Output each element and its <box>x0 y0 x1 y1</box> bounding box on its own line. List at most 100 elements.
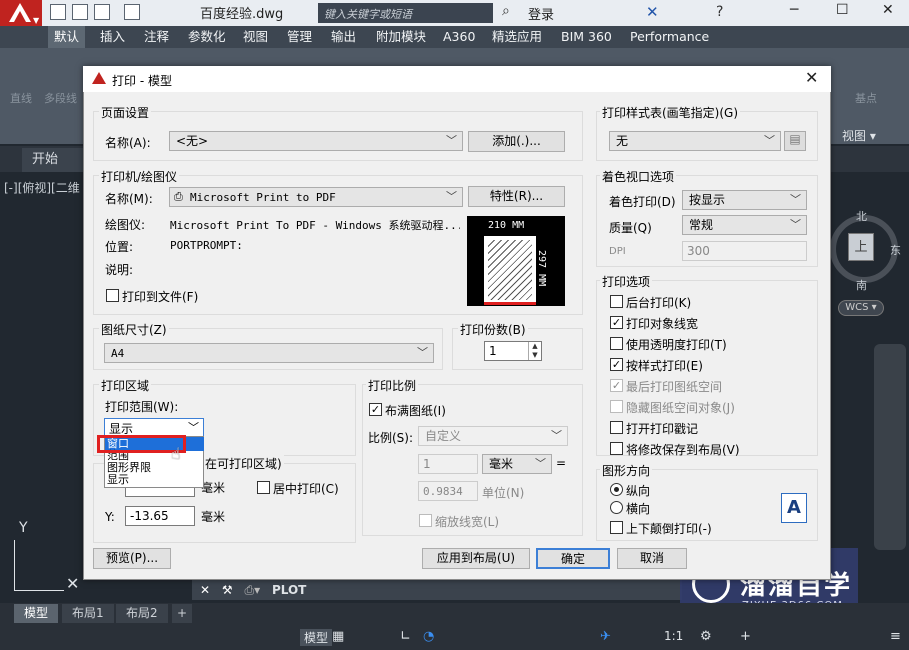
copies-stepper[interactable]: ▲ ▼ <box>528 342 541 360</box>
apply-to-layout-button[interactable]: 应用到布局(U) <box>422 548 530 569</box>
plot-option-checkbox[interactable] <box>610 337 623 350</box>
offset-y-input[interactable]: -13.65 <box>125 506 195 526</box>
plot-option-checkbox[interactable]: ✓ <box>610 316 623 329</box>
add-layout-button[interactable]: + <box>172 604 193 623</box>
fit-to-paper-label: 布满图纸(I) <box>385 404 446 418</box>
add-page-setup-button[interactable]: 添加(.)... <box>468 131 565 152</box>
cmd-close-icon[interactable]: ✕ <box>200 583 210 597</box>
printer-select[interactable]: ⎙ Microsoft Print to PDF ﹀ <box>169 187 463 207</box>
plus-icon[interactable]: + <box>740 629 751 644</box>
minimize-icon[interactable]: ─ <box>790 2 798 18</box>
viewcube-north[interactable]: 北 <box>856 208 867 224</box>
center-plot-checkbox[interactable] <box>257 481 270 494</box>
annotation-scale[interactable]: 1:1 <box>664 629 683 643</box>
navigation-bar[interactable] <box>874 344 906 550</box>
tab-manage[interactable]: 管理 <box>281 26 318 48</box>
customize-icon[interactable]: ≡ <box>890 629 901 644</box>
print-to-file-checkbox[interactable] <box>106 289 119 302</box>
basepoint-tool[interactable]: 基点 <box>855 90 877 106</box>
plot-style-select[interactable]: 无 ﹀ <box>609 131 781 151</box>
tab-a360[interactable]: A360 <box>437 26 481 48</box>
scale-unit-input[interactable]: 0.9834 <box>418 481 478 501</box>
wcs-menu[interactable]: WCS ▾ <box>838 300 884 316</box>
layout-tab-model[interactable]: 模型 <box>14 604 59 623</box>
plot-scale-label: 打印比例 <box>366 377 419 394</box>
viewcube-face[interactable]: 上 <box>848 233 874 261</box>
cmd-wrench-icon[interactable]: ⚒ <box>222 583 233 597</box>
paper-size-select[interactable]: A4 ﹀ <box>104 343 434 363</box>
scale-lineweights-checkbox[interactable] <box>419 514 432 527</box>
dialog-title: 打印 - 模型 <box>112 74 172 88</box>
tab-featured[interactable]: 精选应用 <box>486 26 548 48</box>
viewport-label[interactable]: [-][俯视][二维 <box>4 179 80 196</box>
polar-icon[interactable]: ◔ <box>423 629 434 644</box>
login-button[interactable]: 登录 <box>528 4 554 23</box>
status-model-button[interactable]: 模型 <box>300 629 333 646</box>
quality-select[interactable]: 常规 ﹀ <box>682 215 807 235</box>
binoculars-icon[interactable]: ⌕ <box>502 3 510 19</box>
shade-plot-select[interactable]: 按显示 ﹀ <box>682 190 807 210</box>
page-setup-select[interactable]: <无> ﹀ <box>169 131 463 151</box>
open-file-icon[interactable] <box>72 4 88 20</box>
search-input[interactable]: 键入关键字或短语 <box>318 3 493 23</box>
ortho-icon[interactable]: ∟ <box>400 629 411 644</box>
tab-insert[interactable]: 插入 <box>94 26 131 48</box>
dpi-input[interactable]: 300 <box>682 241 807 261</box>
save-icon[interactable] <box>94 4 110 20</box>
start-tab[interactable]: 开始 <box>22 148 92 172</box>
preview-button[interactable]: 预览(P)... <box>93 548 171 569</box>
saveas-icon[interactable] <box>124 4 140 20</box>
plot-option-checkbox[interactable]: ✓ <box>610 358 623 371</box>
viewcube-east[interactable]: 东 <box>890 242 901 258</box>
plot-option-checkbox[interactable] <box>610 421 623 434</box>
settings-gear-icon[interactable]: ⚙ <box>700 629 712 644</box>
scale-inch-input[interactable]: 1 <box>418 454 478 474</box>
chevron-down-icon: ﹀ <box>417 346 428 359</box>
tab-view[interactable]: 视图 <box>237 26 274 48</box>
new-file-icon[interactable] <box>50 4 66 20</box>
exchange-icon[interactable]: ✕ <box>646 3 659 21</box>
plot-option-checkbox[interactable] <box>610 400 623 413</box>
viewcube-south[interactable]: 南 <box>856 277 867 293</box>
scale-unit-select[interactable]: 毫米 ﹀ <box>482 454 552 474</box>
portrait-radio[interactable] <box>610 483 623 496</box>
paper-size-value: A4 <box>111 347 125 360</box>
plot-option-label: 将修改保存到布局(V) <box>626 443 740 457</box>
tab-performance[interactable]: Performance <box>624 26 715 48</box>
annotation-icon[interactable]: ✈ <box>600 629 611 644</box>
plot-option-label: 使用透明度打印(T) <box>626 338 727 352</box>
polyline-tool[interactable]: 多段线 <box>44 90 77 106</box>
tab-output[interactable]: 输出 <box>325 26 362 48</box>
tab-parametric[interactable]: 参数化 <box>182 26 232 48</box>
shaded-viewport-label: 着色视口选项 <box>600 168 677 185</box>
edit-plot-style-icon[interactable]: ▤ <box>784 131 806 151</box>
view-panel-label[interactable]: 视图 ▾ <box>842 127 876 144</box>
fit-to-paper-checkbox[interactable]: ✓ <box>369 403 382 416</box>
tab-bim360[interactable]: BIM 360 <box>555 26 618 48</box>
plot-option-checkbox[interactable] <box>610 442 623 455</box>
command-line[interactable]: ✕ ⚒ ⎙▾ PLOT <box>192 580 682 600</box>
help-icon[interactable]: ? <box>716 4 723 20</box>
plotter-value: Microsoft Print To PDF - Windows 系统驱动程..… <box>170 219 460 232</box>
maximize-icon[interactable]: ☐ <box>836 2 849 18</box>
plot-option-checkbox[interactable] <box>610 295 623 308</box>
dialog-close-icon[interactable]: ✕ <box>805 68 818 87</box>
close-window-icon[interactable]: ✕ <box>882 2 894 18</box>
grid-icon[interactable]: ▦ <box>332 629 344 644</box>
printer-properties-button[interactable]: 特性(R)... <box>468 186 565 207</box>
scale-select[interactable]: 自定义 ﹀ <box>418 426 568 446</box>
cancel-button[interactable]: 取消 <box>617 548 687 569</box>
ok-button[interactable]: 确定 <box>536 548 610 569</box>
tab-addins[interactable]: 附加模块 <box>370 26 432 48</box>
y-axis-label: Y <box>19 520 28 536</box>
plot-option-checkbox[interactable]: ✓ <box>610 379 623 392</box>
option-display[interactable]: 显示 <box>107 474 129 486</box>
landscape-radio[interactable] <box>610 501 623 514</box>
tab-annotate[interactable]: 注释 <box>138 26 175 48</box>
application-menu-button[interactable]: ▼ <box>0 0 42 26</box>
layout-tab-1[interactable]: 布局1 <box>62 604 114 623</box>
line-tool[interactable]: 直线 <box>10 90 32 106</box>
upside-down-checkbox[interactable] <box>610 521 623 534</box>
layout-tab-2[interactable]: 布局2 <box>116 604 168 623</box>
tab-default[interactable]: 默认 <box>48 26 86 48</box>
